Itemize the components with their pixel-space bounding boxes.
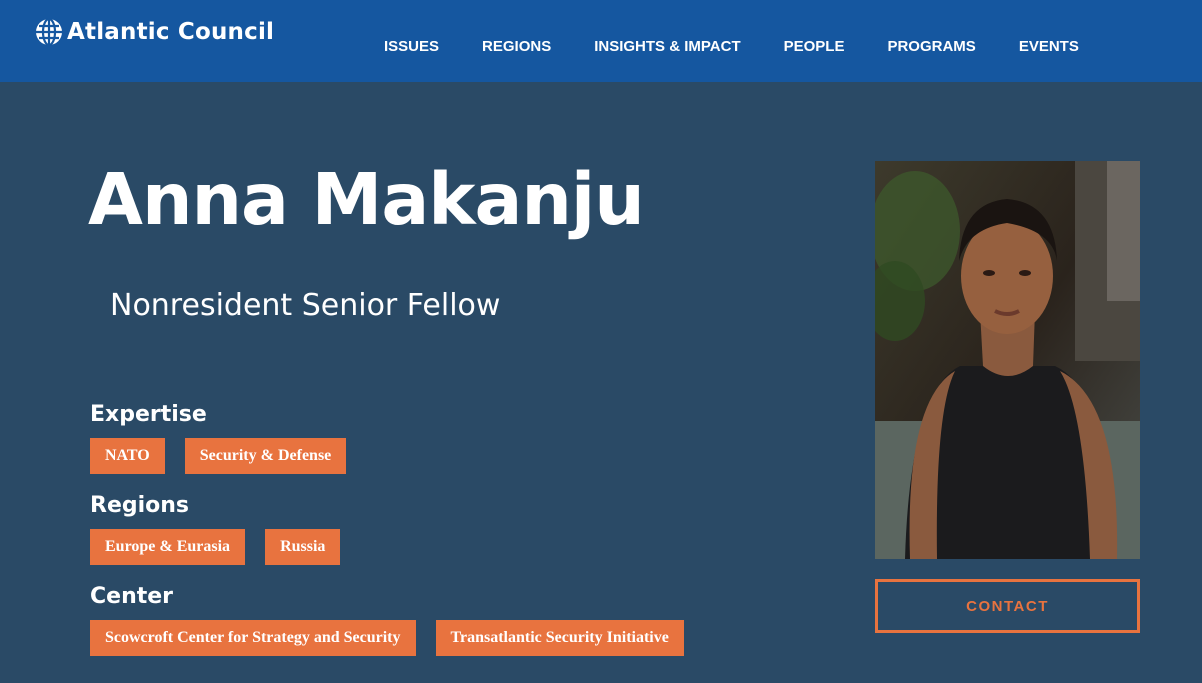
tag-russia[interactable]: Russia: [265, 529, 341, 565]
tag-europe-eurasia[interactable]: Europe & Eurasia: [90, 529, 246, 565]
profile-title: Nonresident Senior Fellow: [110, 288, 501, 323]
nav-programs[interactable]: PROGRAMS: [887, 38, 975, 55]
tag-transatlantic-security[interactable]: Transatlantic Security Initiative: [435, 620, 684, 656]
tag-scowcroft-center[interactable]: Scowcroft Center for Strategy and Securi…: [90, 620, 416, 656]
profile-photo: [875, 161, 1140, 559]
tag-nato[interactable]: NATO: [90, 438, 165, 474]
main-nav: ISSUES REGIONS INSIGHTS & IMPACT PEOPLE …: [384, 38, 1122, 55]
profile-name: Anna Makanju: [88, 158, 645, 241]
nav-issues[interactable]: ISSUES: [384, 38, 439, 55]
center-tags: Scowcroft Center for Strategy and Securi…: [90, 620, 704, 656]
regions-tags: Europe & Eurasia Russia: [90, 529, 360, 565]
portrait-image: [875, 161, 1140, 559]
expertise-heading: Expertise: [90, 402, 207, 427]
globe-icon: [36, 17, 62, 47]
nav-events[interactable]: EVENTS: [1019, 38, 1079, 55]
center-heading: Center: [90, 584, 174, 609]
contact-button[interactable]: CONTACT: [875, 579, 1140, 633]
regions-heading: Regions: [90, 493, 190, 518]
nav-regions[interactable]: REGIONS: [482, 38, 551, 55]
top-navigation-bar: Atlantic Council ISSUES REGIONS INSIGHTS…: [0, 0, 1202, 82]
site-logo[interactable]: Atlantic Council: [34, 17, 274, 47]
expertise-tags: NATO Security & Defense: [90, 438, 366, 474]
nav-people[interactable]: PEOPLE: [784, 38, 845, 55]
nav-insights-impact[interactable]: INSIGHTS & IMPACT: [594, 38, 740, 55]
logo-text: Atlantic Council: [67, 19, 275, 45]
tag-security-defense[interactable]: Security & Defense: [184, 438, 347, 474]
